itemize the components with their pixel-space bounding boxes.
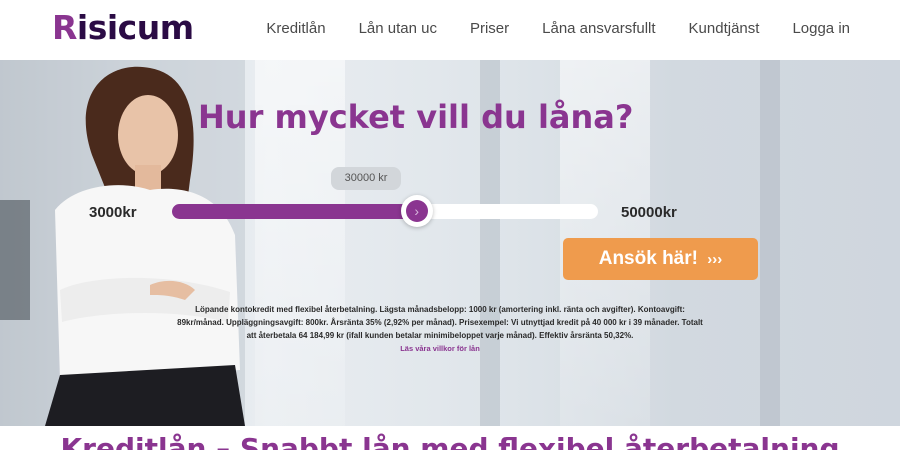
hero-section: Hur mycket vill du låna? 30000 kr 3000kr… — [0, 60, 900, 426]
slider-thumb[interactable]: › — [400, 195, 433, 227]
apply-button[interactable]: Ansök här! ››› — [563, 238, 758, 280]
background-pillar — [760, 60, 780, 426]
nav-item-priser[interactable]: Priser — [470, 20, 509, 37]
terms-link[interactable]: Läs våra villkor för lån — [175, 344, 705, 353]
chevron-right-icon: › — [405, 200, 428, 222]
slider-value-bubble: 30000 kr — [331, 167, 401, 190]
section-heading: Kreditlån – Snabbt lån med flexibel åter… — [60, 432, 840, 450]
nav-item-lana-ansvarsfullt[interactable]: Låna ansvarsfullt — [542, 20, 655, 37]
nav-item-kreditlan[interactable]: Kreditlån — [266, 20, 325, 37]
hero-headline: Hur mycket vill du låna? — [198, 98, 634, 136]
nav-item-kundtjanst[interactable]: Kundtjänst — [689, 20, 760, 37]
site-header: Risicum Kreditlån Lån utan uc Priser Lån… — [0, 0, 900, 60]
slider-max-label: 50000kr — [621, 204, 677, 221]
loan-amount-slider[interactable]: › — [172, 195, 598, 227]
apply-button-label: Ansök här! — [598, 248, 698, 269]
nav-item-lan-utan-uc[interactable]: Lån utan uc — [359, 20, 437, 37]
slider-fill — [172, 204, 417, 219]
risicum-logo[interactable]: Risicum — [52, 8, 194, 47]
slider-min-label: 3000kr — [89, 204, 137, 221]
main-nav: Kreditlån Lån utan uc Priser Låna ansvar… — [266, 20, 850, 37]
loan-disclaimer: Löpande kontokredit med flexibel återbet… — [177, 305, 703, 341]
triple-chevron-icon: ››› — [707, 251, 723, 268]
nav-item-logga-in[interactable]: Logga in — [792, 20, 850, 37]
